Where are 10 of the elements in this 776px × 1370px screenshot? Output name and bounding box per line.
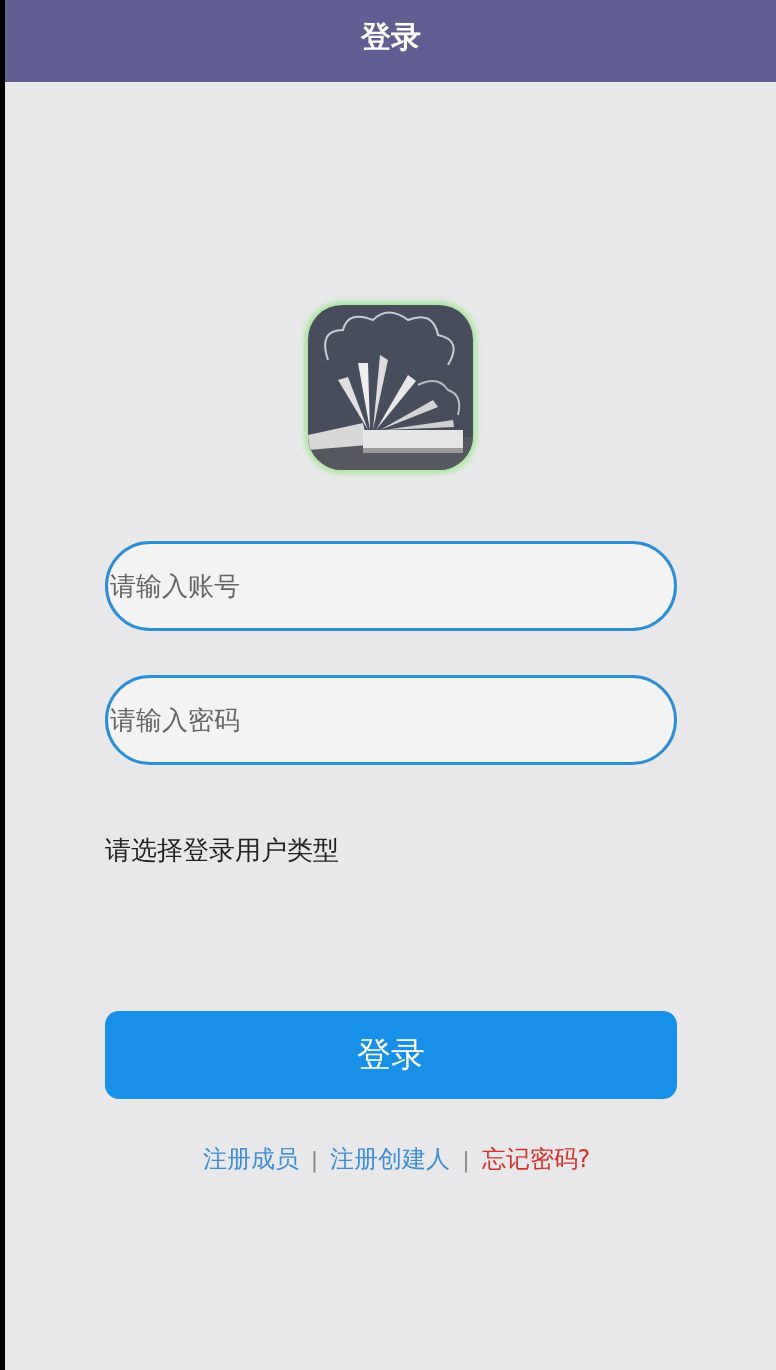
- separator: |: [310, 1146, 319, 1172]
- user-type-label: 请选择登录用户类型: [104, 834, 340, 866]
- input-field[interactable]: 请输入账号: [104, 541, 677, 631]
- separator: |: [462, 1146, 470, 1172]
- input-field[interactable]: 请输入密码: [104, 675, 677, 765]
- link[interactable]: 忘记密码?: [481, 1143, 591, 1175]
- link[interactable]: 注册创建人: [330, 1143, 451, 1175]
- login-button[interactable]: 登录: [104, 1011, 677, 1099]
- link[interactable]: 注册成员: [202, 1143, 299, 1175]
- header-title: 登录: [360, 17, 421, 56]
